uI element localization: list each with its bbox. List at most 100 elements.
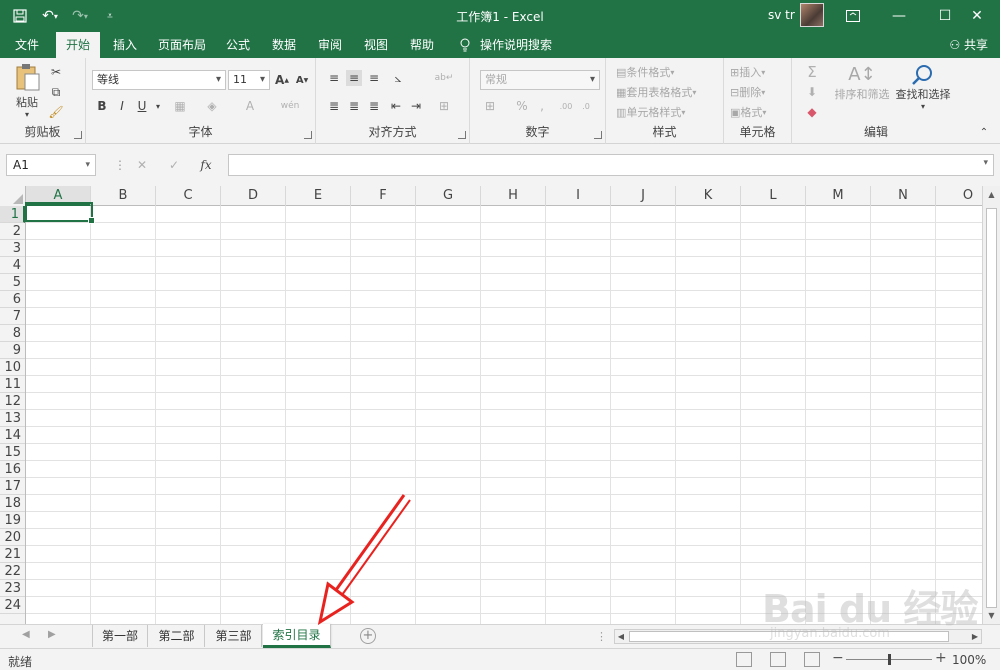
zoom-in-icon[interactable]: + [935,650,947,666]
minimize-icon[interactable]: — [876,0,922,32]
active-cell-a1[interactable] [25,202,95,224]
delete-cells-button[interactable]: ⊟ 删除 ▾ [730,84,765,100]
column-header-h[interactable]: H [481,186,546,206]
formula-bar-options-icon[interactable]: ⋮ [112,157,128,173]
ribbon-display-options-icon[interactable] [830,0,876,32]
scroll-left-icon[interactable]: ◀ [615,630,627,643]
column-header-d[interactable]: D [221,186,286,206]
tab-file[interactable]: 文件 [6,32,48,58]
row-header-3[interactable]: 3 [0,240,25,257]
column-header-l[interactable]: L [741,186,806,206]
column-header-k[interactable]: K [676,186,741,206]
font-color-icon[interactable]: A [242,98,258,114]
row-header-12[interactable]: 12 [0,393,25,410]
conditional-formatting-button[interactable]: ▤ 条件格式 ▾ [616,64,674,80]
tab-page-layout[interactable]: 页面布局 [152,32,212,58]
accounting-format-icon[interactable]: ⊞ [482,98,498,114]
user-name[interactable]: sv tr [768,8,795,22]
copy-icon[interactable]: ⧉ [48,84,64,100]
collapse-ribbon-icon[interactable]: ⌃ [976,124,992,140]
row-header-7[interactable]: 7 [0,308,25,325]
lightbulb-icon[interactable] [456,32,474,58]
percent-style-button[interactable]: % [514,98,530,114]
align-center-icon[interactable]: ≣ [346,98,362,114]
row-header-9[interactable]: 9 [0,342,25,359]
zoom-level[interactable]: 100% [952,653,986,667]
sheet-prev-icon[interactable]: ◀ [22,629,30,640]
merge-center-icon[interactable]: ⊞ [436,98,452,114]
row-header-1[interactable]: 1 [0,206,25,223]
tell-me-search[interactable]: 操作说明搜索 [478,32,554,58]
row-header-15[interactable]: 15 [0,444,25,461]
tab-review[interactable]: 审阅 [310,32,350,58]
select-all-button[interactable] [0,186,26,206]
sort-filter-button[interactable]: A↕ 排序和筛选 [834,64,890,102]
cell-styles-button[interactable]: ▥ 单元格样式 ▾ [616,104,685,120]
normal-view-icon[interactable] [736,652,752,667]
worksheet-grid[interactable]: ABCDEFGHIJKLMNO 1 2 3 4 5 6 7 8 9 10 11 12 13 14 15 16 1… [0,186,982,624]
column-header-m[interactable]: M [806,186,871,206]
format-cells-button[interactable]: ▣ 格式 ▾ [730,104,766,120]
decrease-decimal-icon[interactable]: .0 [578,98,594,114]
column-header-o[interactable]: O [936,186,982,206]
vertical-scrollbar[interactable]: ▲ ▼ [982,186,1000,624]
tab-help[interactable]: 帮助 [402,32,442,58]
close-icon[interactable]: ✕ [954,0,1000,32]
wrap-text-icon[interactable]: ab↵ [435,70,454,86]
grow-font-icon[interactable]: A ▲ [274,72,290,88]
underline-button[interactable]: U [134,98,150,114]
bold-button[interactable]: B [94,98,110,114]
page-layout-view-icon[interactable] [770,652,786,667]
page-break-view-icon[interactable] [804,652,820,667]
row-header-16[interactable]: 16 [0,461,25,478]
share-button[interactable]: ⚇ 共享 [949,32,988,58]
find-select-button[interactable]: 查找和选择 ▾ [894,64,952,111]
insert-cells-button[interactable]: ⊞ 插入 ▾ [730,64,765,80]
tab-view[interactable]: 视图 [356,32,396,58]
insert-function-button[interactable]: fx [198,157,214,173]
row-header-11[interactable]: 11 [0,376,25,393]
cell-area[interactable] [26,206,982,624]
column-header-n[interactable]: N [871,186,936,206]
enter-icon[interactable]: ✓ [166,157,182,173]
format-painter-icon[interactable]: 🖌 [48,104,64,120]
horizontal-scroll-thumb[interactable] [629,631,949,642]
zoom-out-icon[interactable]: − [832,650,844,666]
column-header-e[interactable]: E [286,186,351,206]
number-format-combo[interactable]: 常规 ▾ [480,70,600,90]
scroll-right-icon[interactable]: ▶ [969,630,981,643]
align-bottom-icon[interactable]: ≡ [366,70,382,86]
zoom-slider-thumb[interactable] [888,654,891,665]
row-header-2[interactable]: 2 [0,223,25,240]
borders-icon[interactable]: ▦ [172,98,188,114]
name-box[interactable]: A1 ▾ [6,154,96,176]
sheet-tab-4-active[interactable]: 索引目录 [263,624,331,648]
row-header-20[interactable]: 20 [0,529,25,546]
row-header-14[interactable]: 14 [0,427,25,444]
underline-dropdown-icon[interactable]: ▾ [150,98,166,114]
tab-formulas[interactable]: 公式 [218,32,258,58]
column-header-c[interactable]: C [156,186,221,206]
formula-input[interactable]: ▾ [228,154,994,176]
new-sheet-icon[interactable]: + [360,628,376,644]
sheet-tab-2[interactable]: 第二部 [149,625,205,647]
number-launcher-icon[interactable] [594,131,602,139]
clipboard-launcher-icon[interactable] [74,131,82,139]
row-header-5[interactable]: 5 [0,274,25,291]
align-top-icon[interactable]: ≡ [326,70,342,86]
fill-color-icon[interactable]: ◈ [204,98,220,114]
font-launcher-icon[interactable] [304,131,312,139]
decrease-indent-icon[interactable]: ⇤ [388,98,404,114]
row-header-21[interactable]: 21 [0,546,25,563]
increase-indent-icon[interactable]: ⇥ [408,98,424,114]
sheet-tab-3[interactable]: 第三部 [206,625,262,647]
tab-insert[interactable]: 插入 [104,32,146,58]
row-header-10[interactable]: 10 [0,359,25,376]
autosum-icon[interactable]: Σ [804,63,820,81]
comma-style-icon[interactable]: , [534,98,550,114]
fill-icon[interactable]: ⬇ [804,84,820,100]
align-middle-icon[interactable]: ≡ [346,70,362,86]
clear-icon[interactable]: ◆ [804,104,820,120]
row-header-17[interactable]: 17 [0,478,25,495]
row-header-8[interactable]: 8 [0,325,25,342]
